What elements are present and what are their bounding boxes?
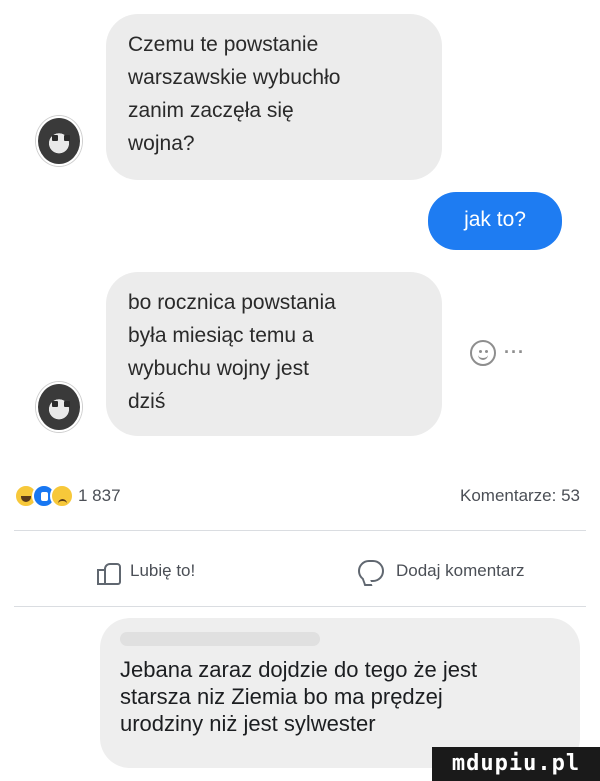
more-options-icon[interactable]: ··· [504, 342, 525, 363]
like-label: Lubię to! [130, 561, 196, 580]
message-line: była miesiąc temu a [128, 324, 314, 347]
smile-icon[interactable] [470, 340, 496, 366]
comment-count[interactable]: Komentarze: 53 [460, 484, 580, 508]
comment-line: Jebana zaraz dojdzie do tego że jest [120, 657, 478, 682]
thumbs-up-icon [96, 559, 121, 585]
divider [14, 530, 586, 531]
sender-avatar[interactable] [36, 382, 82, 432]
smile-mouth [478, 354, 488, 360]
divider [14, 606, 586, 607]
incoming-message-bubble[interactable]: Czemu te powstanie warszawskie wybuchło … [106, 14, 442, 180]
like-button[interactable]: Lubię to! [96, 556, 195, 586]
sad-icon [50, 484, 74, 508]
comment-line: starsza niz Ziemia bo ma prędzej [120, 684, 443, 709]
message-line: wybuchu wojny jest [128, 357, 309, 380]
message-line: warszawskie wybuchło [128, 66, 341, 89]
sender-avatar[interactable] [36, 116, 82, 166]
comment-author-redacted [120, 632, 320, 646]
comment-bubble[interactable]: Jebana zaraz dojdzie do tego że jest sta… [100, 618, 580, 768]
message-line: dziś [128, 390, 166, 413]
comment-label: Dodaj komentarz [396, 561, 525, 580]
comment-line: urodziny niż jest sylwester [120, 711, 376, 736]
comment-text: Jebana zaraz dojdzie do tego że jest sta… [120, 656, 560, 737]
message-line: Czemu te powstanie [128, 33, 319, 56]
reply-text: jak to? [464, 208, 526, 231]
comment-bubble-icon [358, 560, 384, 582]
incoming-message-bubble[interactable]: bo rocznica powstania była miesiąc temu … [106, 272, 442, 436]
message-line: bo rocznica powstania [128, 291, 336, 314]
comment-button[interactable]: Dodaj komentarz [358, 556, 525, 586]
outgoing-message-bubble[interactable]: jak to? [428, 192, 562, 250]
reaction-count[interactable]: 1 837 [78, 484, 121, 508]
message-line: zanim zaczęła się [128, 99, 294, 122]
watermark-logo: mdupiu.pl [432, 747, 600, 781]
message-line: wojna? [128, 132, 195, 155]
